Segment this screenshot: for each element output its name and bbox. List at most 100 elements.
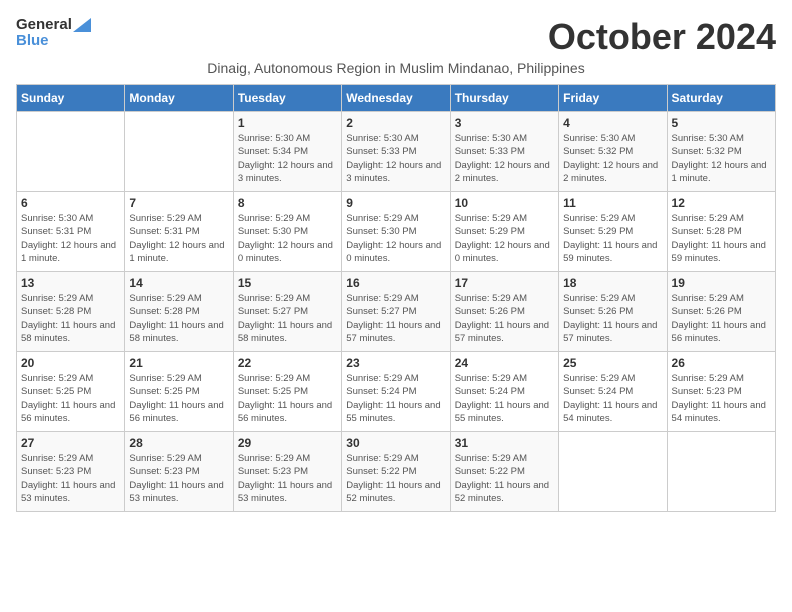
day-number: 3 <box>455 116 554 130</box>
day-info: Sunrise: 5:30 AMSunset: 5:33 PMDaylight:… <box>455 132 554 185</box>
day-info: Sunrise: 5:29 AMSunset: 5:26 PMDaylight:… <box>563 292 662 345</box>
day-info: Sunrise: 5:29 AMSunset: 5:27 PMDaylight:… <box>238 292 337 345</box>
day-number: 27 <box>21 436 120 450</box>
day-number: 20 <box>21 356 120 370</box>
day-info: Sunrise: 5:29 AMSunset: 5:25 PMDaylight:… <box>238 372 337 425</box>
day-number: 21 <box>129 356 228 370</box>
calendar-cell: 25 Sunrise: 5:29 AMSunset: 5:24 PMDayligh… <box>559 352 667 432</box>
calendar-table: SundayMondayTuesdayWednesdayThursdayFrid… <box>16 84 776 512</box>
day-info: Sunrise: 5:29 AMSunset: 5:28 PMDaylight:… <box>21 292 120 345</box>
calendar-cell: 20 Sunrise: 5:29 AMSunset: 5:25 PMDayligh… <box>17 352 125 432</box>
day-info: Sunrise: 5:29 AMSunset: 5:29 PMDaylight:… <box>455 212 554 265</box>
calendar-cell: 28 Sunrise: 5:29 AMSunset: 5:23 PMDayligh… <box>125 432 233 512</box>
day-number: 28 <box>129 436 228 450</box>
calendar-cell: 27 Sunrise: 5:29 AMSunset: 5:23 PMDayligh… <box>17 432 125 512</box>
calendar-cell: 31 Sunrise: 5:29 AMSunset: 5:22 PMDayligh… <box>450 432 558 512</box>
calendar-cell: 22 Sunrise: 5:29 AMSunset: 5:25 PMDayligh… <box>233 352 341 432</box>
day-number: 11 <box>563 196 662 210</box>
calendar-header-tuesday: Tuesday <box>233 85 341 112</box>
calendar-cell: 30 Sunrise: 5:29 AMSunset: 5:22 PMDayligh… <box>342 432 450 512</box>
calendar-cell: 26Sunrise: 5:29 AMSunset: 5:23 PMDayligh… <box>667 352 775 432</box>
calendar-cell: 2 Sunrise: 5:30 AMSunset: 5:33 PMDaylight… <box>342 112 450 192</box>
calendar-cell: 11 Sunrise: 5:29 AMSunset: 5:29 PMDayligh… <box>559 192 667 272</box>
day-number: 6 <box>21 196 120 210</box>
calendar-header-thursday: Thursday <box>450 85 558 112</box>
day-info: Sunrise: 5:29 AMSunset: 5:30 PMDaylight:… <box>346 212 445 265</box>
day-info: Sunrise: 5:30 AMSunset: 5:34 PMDaylight:… <box>238 132 337 185</box>
day-info: Sunrise: 5:30 AMSunset: 5:32 PMDaylight:… <box>672 132 771 185</box>
day-info: Sunrise: 5:29 AMSunset: 5:23 PMDaylight:… <box>238 452 337 505</box>
day-number: 14 <box>129 276 228 290</box>
day-info: Sunrise: 5:29 AMSunset: 5:23 PMDaylight:… <box>672 372 771 425</box>
calendar-cell: 1Sunrise: 5:30 AMSunset: 5:34 PMDaylight… <box>233 112 341 192</box>
day-info: Sunrise: 5:29 AMSunset: 5:26 PMDaylight:… <box>672 292 771 345</box>
calendar-cell: 14 Sunrise: 5:29 AMSunset: 5:28 PMDayligh… <box>125 272 233 352</box>
day-info: Sunrise: 5:29 AMSunset: 5:24 PMDaylight:… <box>563 372 662 425</box>
day-number: 8 <box>238 196 337 210</box>
day-number: 7 <box>129 196 228 210</box>
day-info: Sunrise: 5:29 AMSunset: 5:31 PMDaylight:… <box>129 212 228 265</box>
calendar-cell: 24Sunrise: 5:29 AMSunset: 5:24 PMDayligh… <box>450 352 558 432</box>
day-number: 24 <box>455 356 554 370</box>
day-number: 16 <box>346 276 445 290</box>
day-number: 13 <box>21 276 120 290</box>
calendar-cell <box>125 112 233 192</box>
day-number: 15 <box>238 276 337 290</box>
calendar-cell: 3 Sunrise: 5:30 AMSunset: 5:33 PMDaylight… <box>450 112 558 192</box>
day-info: Sunrise: 5:29 AMSunset: 5:28 PMDaylight:… <box>129 292 228 345</box>
day-info: Sunrise: 5:29 AMSunset: 5:24 PMDaylight:… <box>346 372 445 425</box>
day-info: Sunrise: 5:29 AMSunset: 5:22 PMDaylight:… <box>455 452 554 505</box>
day-info: Sunrise: 5:29 AMSunset: 5:25 PMDaylight:… <box>129 372 228 425</box>
calendar-cell: 4 Sunrise: 5:30 AMSunset: 5:32 PMDaylight… <box>559 112 667 192</box>
calendar-subtitle: Dinaig, Autonomous Region in Muslim Mind… <box>16 60 776 76</box>
calendar-cell: 10 Sunrise: 5:29 AMSunset: 5:29 PMDayligh… <box>450 192 558 272</box>
calendar-cell: 5 Sunrise: 5:30 AMSunset: 5:32 PMDaylight… <box>667 112 775 192</box>
day-info: Sunrise: 5:29 AMSunset: 5:26 PMDaylight:… <box>455 292 554 345</box>
day-number: 18 <box>563 276 662 290</box>
day-number: 19 <box>672 276 771 290</box>
calendar-cell: 15 Sunrise: 5:29 AMSunset: 5:27 PMDayligh… <box>233 272 341 352</box>
calendar-header-sunday: Sunday <box>17 85 125 112</box>
calendar-header-wednesday: Wednesday <box>342 85 450 112</box>
day-number: 31 <box>455 436 554 450</box>
day-info: Sunrise: 5:29 AMSunset: 5:30 PMDaylight:… <box>238 212 337 265</box>
calendar-cell <box>559 432 667 512</box>
day-info: Sunrise: 5:29 AMSunset: 5:23 PMDaylight:… <box>129 452 228 505</box>
logo-blue: Blue <box>16 32 91 50</box>
day-info: Sunrise: 5:30 AMSunset: 5:32 PMDaylight:… <box>563 132 662 185</box>
calendar-cell: 19 Sunrise: 5:29 AMSunset: 5:26 PMDayligh… <box>667 272 775 352</box>
day-info: Sunrise: 5:29 AMSunset: 5:25 PMDaylight:… <box>21 372 120 425</box>
logo: General Blue <box>16 16 91 50</box>
calendar-cell: 29Sunrise: 5:29 AMSunset: 5:23 PMDayligh… <box>233 432 341 512</box>
calendar-cell: 16Sunrise: 5:29 AMSunset: 5:27 PMDayligh… <box>342 272 450 352</box>
calendar-cell: 9 Sunrise: 5:29 AMSunset: 5:30 PMDaylight… <box>342 192 450 272</box>
day-number: 10 <box>455 196 554 210</box>
day-number: 25 <box>563 356 662 370</box>
calendar-cell: 23 Sunrise: 5:29 AMSunset: 5:24 PMDayligh… <box>342 352 450 432</box>
calendar-cell: 21 Sunrise: 5:29 AMSunset: 5:25 PMDayligh… <box>125 352 233 432</box>
calendar-cell: 17 Sunrise: 5:29 AMSunset: 5:26 PMDayligh… <box>450 272 558 352</box>
day-number: 2 <box>346 116 445 130</box>
day-number: 23 <box>346 356 445 370</box>
calendar-cell <box>667 432 775 512</box>
day-number: 22 <box>238 356 337 370</box>
day-info: Sunrise: 5:29 AMSunset: 5:29 PMDaylight:… <box>563 212 662 265</box>
day-number: 30 <box>346 436 445 450</box>
calendar-header-saturday: Saturday <box>667 85 775 112</box>
calendar-cell: 7 Sunrise: 5:29 AMSunset: 5:31 PMDaylight… <box>125 192 233 272</box>
day-info: Sunrise: 5:29 AMSunset: 5:23 PMDaylight:… <box>21 452 120 505</box>
calendar-cell: 8 Sunrise: 5:29 AMSunset: 5:30 PMDaylight… <box>233 192 341 272</box>
day-info: Sunrise: 5:30 AMSunset: 5:31 PMDaylight:… <box>21 212 120 265</box>
day-info: Sunrise: 5:29 AMSunset: 5:22 PMDaylight:… <box>346 452 445 505</box>
calendar-cell: 6 Sunrise: 5:30 AMSunset: 5:31 PMDaylight… <box>17 192 125 272</box>
calendar-header-friday: Friday <box>559 85 667 112</box>
day-info: Sunrise: 5:30 AMSunset: 5:33 PMDaylight:… <box>346 132 445 185</box>
calendar-cell: 18 Sunrise: 5:29 AMSunset: 5:26 PMDayligh… <box>559 272 667 352</box>
day-number: 5 <box>672 116 771 130</box>
calendar-header-monday: Monday <box>125 85 233 112</box>
calendar-cell: 12Sunrise: 5:29 AMSunset: 5:28 PMDayligh… <box>667 192 775 272</box>
day-number: 9 <box>346 196 445 210</box>
day-number: 17 <box>455 276 554 290</box>
logo-arrow-icon <box>73 18 91 32</box>
day-number: 4 <box>563 116 662 130</box>
